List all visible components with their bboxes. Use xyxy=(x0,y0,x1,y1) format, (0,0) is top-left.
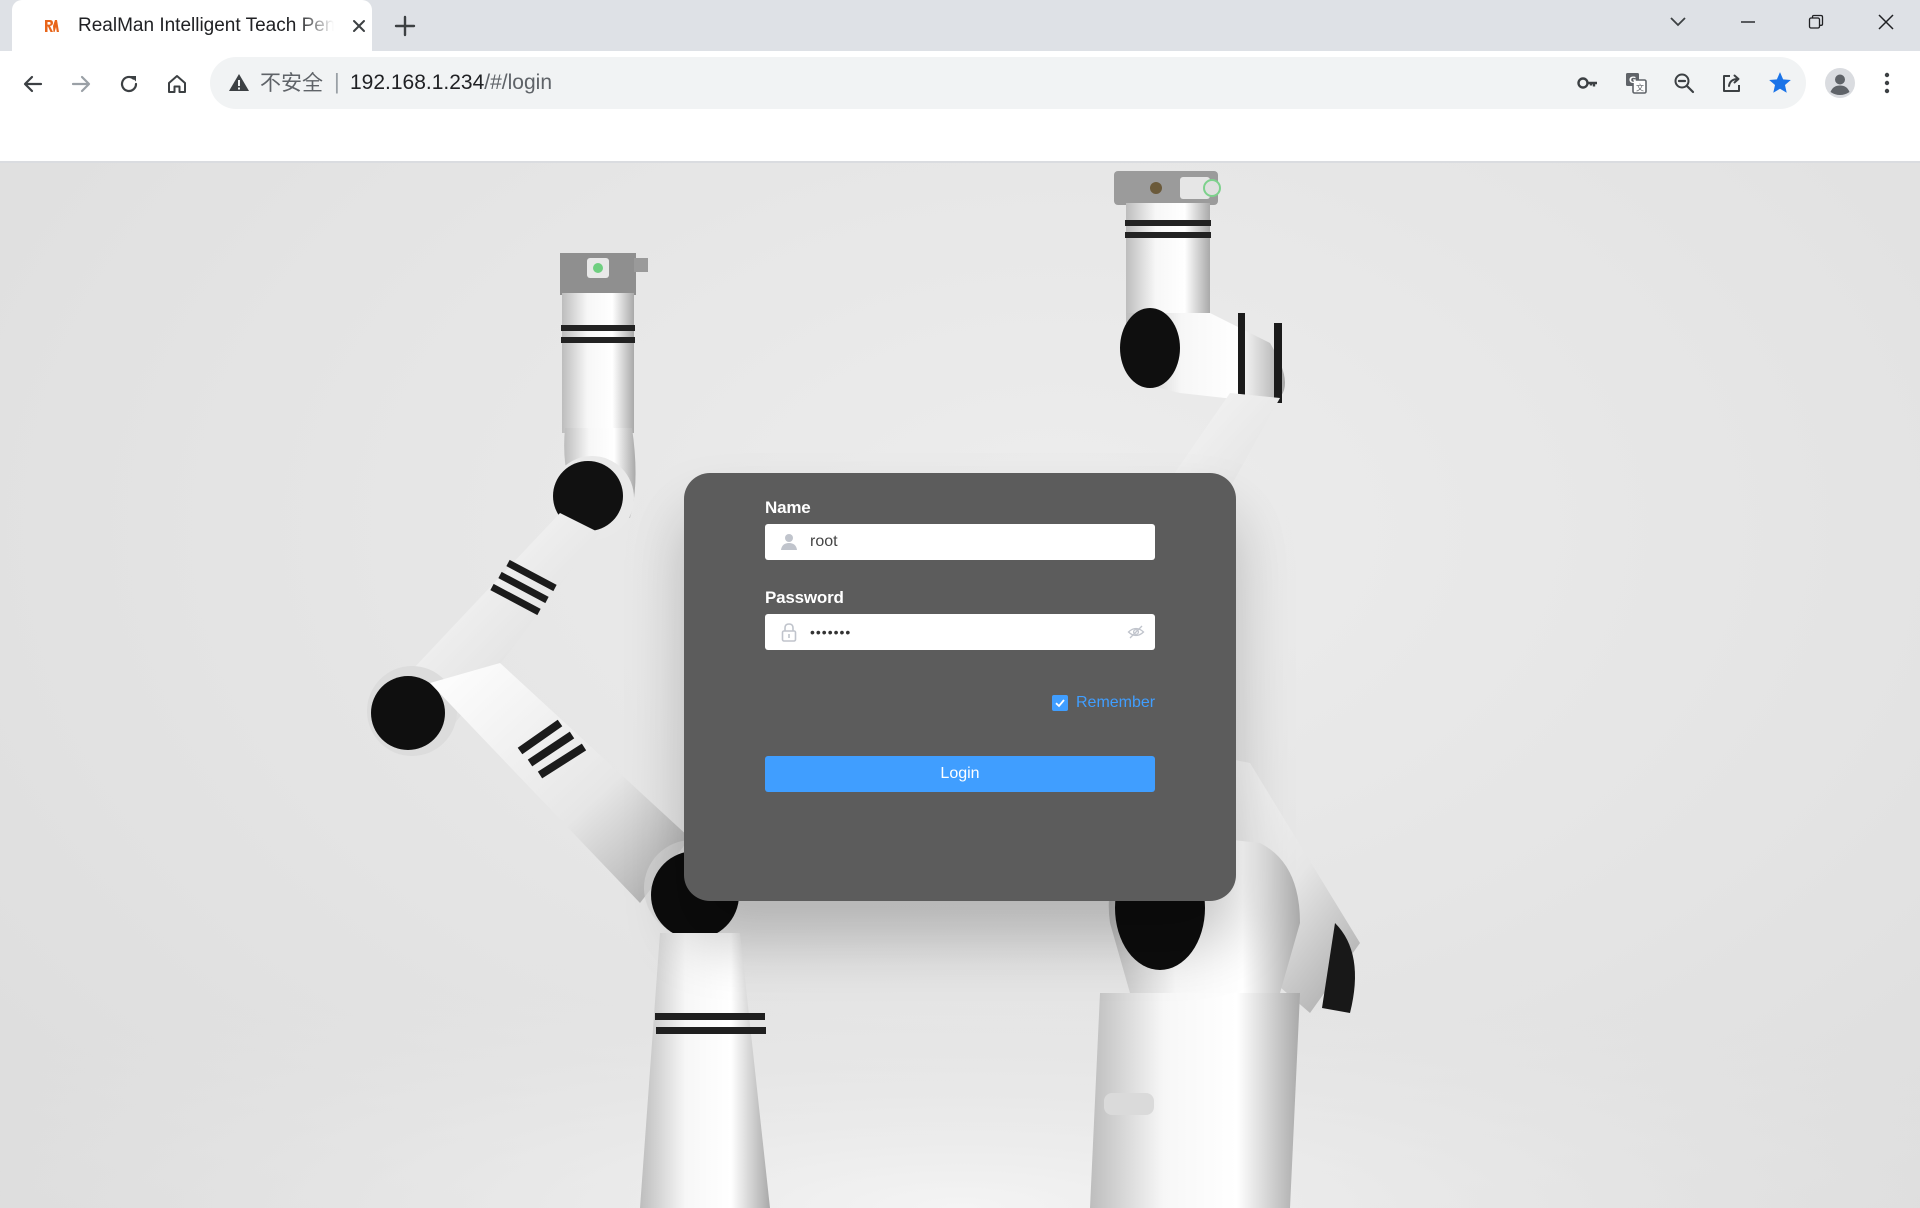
login-page: Name root Password ••••••• Remember Logi… xyxy=(0,163,1920,1208)
url-host: 192.168.1.234 xyxy=(350,71,485,94)
checkbox-checked-icon[interactable] xyxy=(1052,695,1068,711)
lock-icon xyxy=(781,623,797,642)
arrow-right-icon xyxy=(71,75,91,93)
restore-icon xyxy=(1808,14,1824,29)
password-label: Password xyxy=(765,588,844,607)
minimize-icon xyxy=(1741,21,1755,23)
browser-toolbar: 不安全 | 192.168.1.234/#/login G 文 xyxy=(0,51,1920,165)
name-label: Name xyxy=(765,498,811,517)
login-button[interactable]: Login xyxy=(765,756,1155,792)
forward-button[interactable] xyxy=(62,65,100,103)
reload-button[interactable] xyxy=(110,65,148,103)
url-text[interactable]: 192.168.1.234/#/login xyxy=(350,70,552,96)
zoom-out-icon xyxy=(1674,73,1695,94)
address-separator: | xyxy=(334,69,340,94)
security-status[interactable]: 不安全 xyxy=(260,70,323,96)
check-icon xyxy=(1055,699,1065,708)
browser-menu-button[interactable] xyxy=(1872,65,1902,101)
name-input[interactable]: root xyxy=(765,524,1155,560)
svg-text:文: 文 xyxy=(1636,83,1644,93)
plus-icon xyxy=(394,15,416,37)
kebab-menu-icon xyxy=(1884,72,1890,94)
minimize-button[interactable] xyxy=(1714,0,1782,44)
tab-title: RealMan Intelligent Teach Pendant xyxy=(78,14,334,38)
translate-icon: G 文 xyxy=(1626,73,1647,94)
remember-label[interactable]: Remember xyxy=(1076,694,1155,712)
back-button[interactable] xyxy=(14,65,52,103)
chevron-down-icon xyxy=(1670,17,1686,27)
bookmark-button[interactable] xyxy=(1764,67,1796,99)
key-icon xyxy=(1577,77,1597,89)
close-window-button[interactable] xyxy=(1852,0,1920,44)
share-icon xyxy=(1723,74,1740,92)
login-form-card: Name root Password ••••••• Remember Logi… xyxy=(684,473,1236,901)
profile-button[interactable] xyxy=(1822,65,1858,101)
new-tab-button[interactable] xyxy=(390,11,420,41)
close-icon xyxy=(1878,14,1894,30)
password-input[interactable]: ••••••• xyxy=(765,614,1155,650)
close-icon xyxy=(353,20,365,32)
arrow-left-icon xyxy=(23,75,43,93)
user-icon xyxy=(781,534,797,550)
name-value: root xyxy=(810,533,838,550)
tab-close-button[interactable] xyxy=(346,13,372,39)
reload-icon xyxy=(120,75,138,93)
url-path: /#/login xyxy=(484,71,553,94)
password-value: ••••••• xyxy=(810,624,852,640)
restore-button[interactable] xyxy=(1782,0,1850,44)
active-tab[interactable]: RealMan Intelligent Teach Pendant xyxy=(12,0,372,51)
password-manager-button[interactable] xyxy=(1572,67,1604,99)
tab-search-button[interactable] xyxy=(1644,0,1712,44)
home-icon xyxy=(168,75,186,93)
realman-logo-icon xyxy=(45,20,59,32)
zoom-button[interactable] xyxy=(1668,67,1700,99)
eye-slash-icon[interactable] xyxy=(1127,623,1145,641)
tab-strip: RealMan Intelligent Teach Pendant xyxy=(0,0,1920,51)
share-button[interactable] xyxy=(1716,67,1748,99)
star-icon xyxy=(1769,72,1791,93)
address-bar[interactable]: 不安全 | 192.168.1.234/#/login G 文 xyxy=(210,57,1806,109)
remember-checkbox[interactable]: Remember xyxy=(1052,693,1155,713)
warning-icon[interactable] xyxy=(228,72,250,94)
home-button[interactable] xyxy=(158,65,196,103)
translate-button[interactable]: G 文 xyxy=(1620,67,1652,99)
avatar-icon xyxy=(1825,68,1855,98)
